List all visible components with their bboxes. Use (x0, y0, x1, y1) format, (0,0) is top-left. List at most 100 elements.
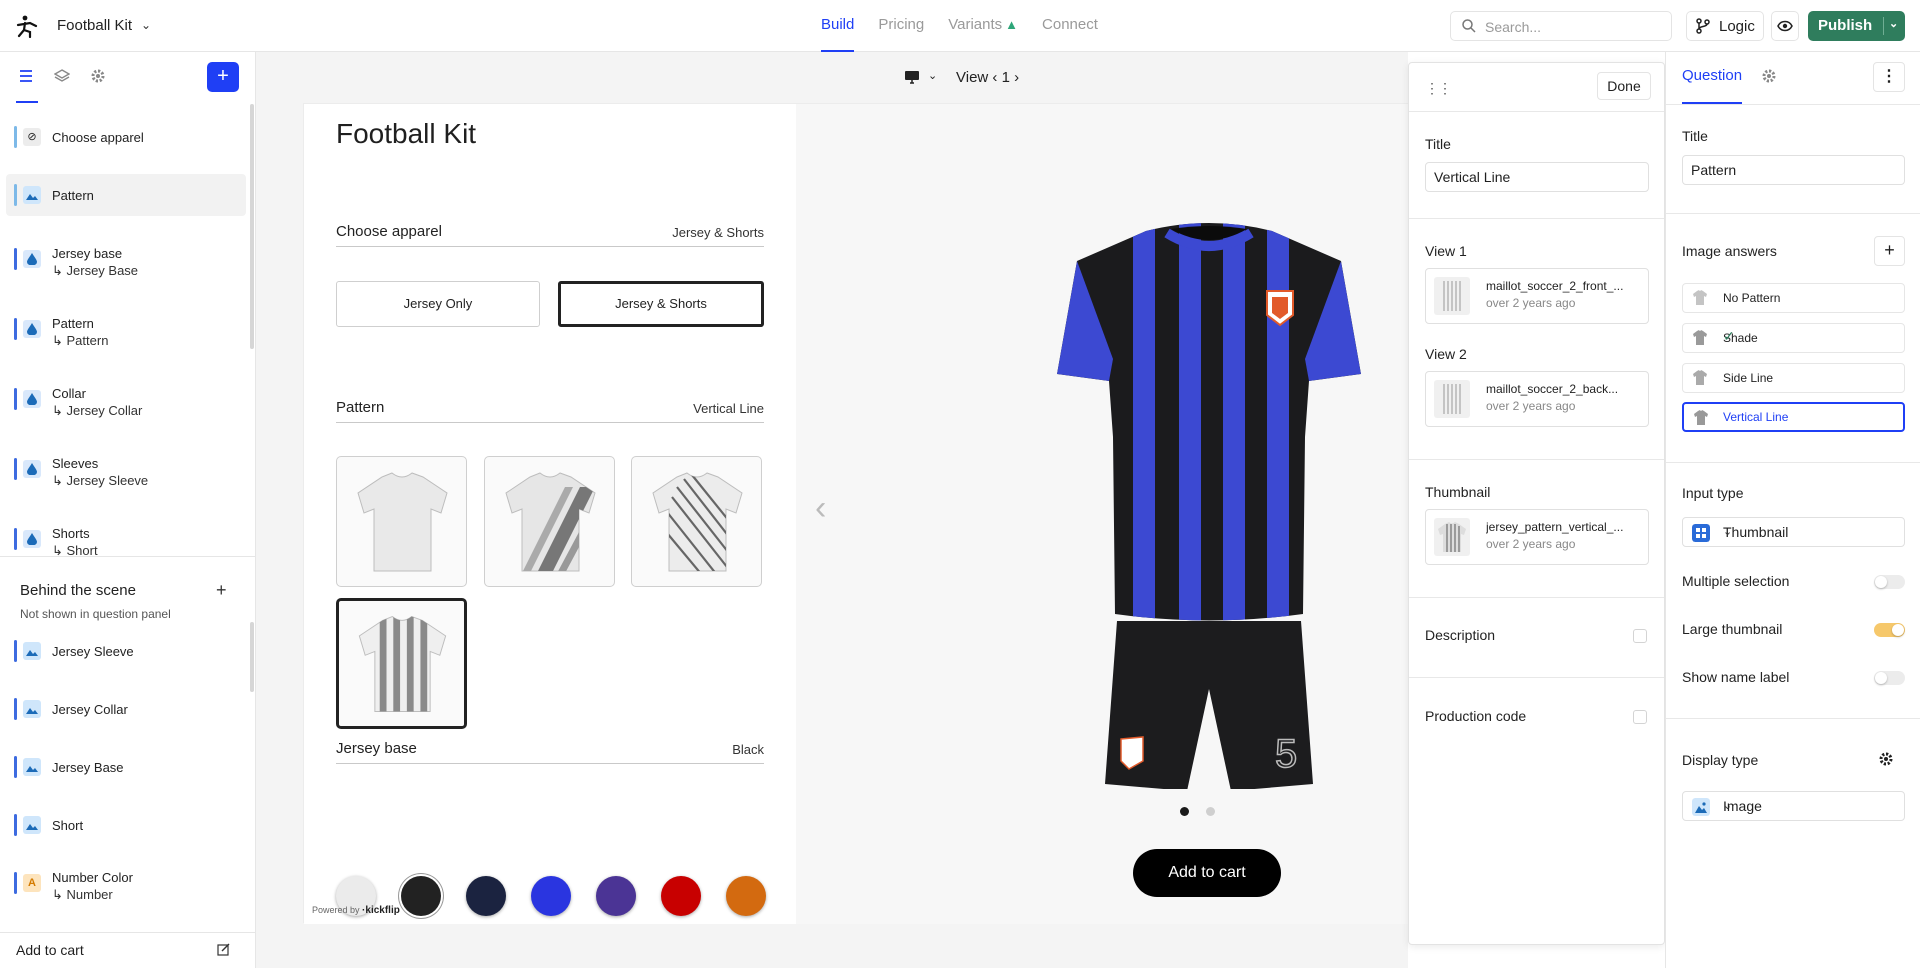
edit-icon[interactable] (217, 943, 230, 956)
shade-shirt-image (505, 472, 596, 572)
list-item[interactable]: Sleeves ↳ Jersey Sleeve (6, 448, 246, 490)
input-type-select[interactable]: Thumbnail ⌄ (1682, 517, 1905, 547)
search-input[interactable]: Search... (1450, 11, 1672, 41)
drag-handle-icon[interactable]: ⋮⋮ (1425, 80, 1452, 97)
list-item[interactable]: A Number Color ↳ Number (6, 862, 246, 904)
logic-button[interactable]: Logic (1686, 11, 1764, 41)
chevron-down-icon: ⌄ (1723, 800, 1733, 812)
divider (1666, 718, 1920, 719)
answer-item[interactable]: Shade ✓ (1682, 323, 1905, 353)
option-jersey-shorts[interactable]: Jersey & Shorts (558, 281, 764, 327)
question-settings-panel: Question ⋮ Title Pattern Image answers +… (1665, 52, 1920, 968)
add-answer-button[interactable]: + (1874, 236, 1905, 266)
chevron-down-icon[interactable]: ⌄ (141, 18, 151, 32)
color-swatch[interactable] (661, 876, 701, 916)
tab-build[interactable]: Build (821, 0, 855, 52)
flask-icon: ▲ (1005, 17, 1019, 32)
side-line-shirt-image (652, 472, 743, 572)
list-item[interactable]: ⊘ Choose apparel (6, 116, 246, 158)
product-viewer: ‹ 5 Add to cart (796, 104, 1409, 924)
add-hidden-button[interactable]: + (216, 580, 227, 601)
thumbnail-file-card[interactable]: jersey_pattern_vertical_... over 2 years… (1425, 509, 1649, 565)
chevron-down-icon[interactable]: ⌄ (1889, 17, 1898, 30)
pattern-thumbnail[interactable] (484, 456, 615, 587)
color-swatch[interactable] (596, 876, 636, 916)
view-label[interactable]: View ‹ 1 › (956, 69, 1019, 86)
divider (1409, 218, 1664, 219)
gear-icon[interactable] (1878, 751, 1894, 767)
list-item[interactable]: Jersey Base (6, 746, 246, 788)
tab-question[interactable]: Question (1682, 67, 1742, 84)
display-type-select[interactable]: Image ⌄ (1682, 791, 1905, 821)
answer-item[interactable]: No Pattern (1682, 283, 1905, 313)
previous-arrow-icon[interactable]: ‹ (815, 489, 826, 528)
view2-file-card[interactable]: maillot_soccer_2_back... over 2 years ag… (1425, 371, 1649, 427)
divider (1666, 104, 1920, 105)
pattern-thumbnail[interactable] (336, 456, 467, 587)
list-icon[interactable] (16, 68, 38, 103)
storefront-preview: Football Kit Choose apparel Jersey & Sho… (303, 103, 1409, 924)
publish-button[interactable]: Publish ⌄ (1808, 11, 1905, 41)
color-swatch[interactable] (531, 876, 571, 916)
device-selector[interactable]: ⌄ (898, 63, 948, 91)
done-button[interactable]: Done (1597, 72, 1651, 100)
grid-icon (1692, 524, 1710, 542)
tab-connect[interactable]: Connect (1042, 0, 1098, 52)
plain-shirt-image (357, 472, 448, 572)
answer-edit-panel: ⋮⋮ Done Title Vertical Line View 1 maill… (1408, 62, 1665, 945)
tab-variants[interactable]: Variants ▲ (948, 0, 1018, 52)
add-question-button[interactable]: + (207, 62, 239, 92)
answer-item-selected[interactable]: Vertical Line (1682, 402, 1905, 432)
drop-icon (23, 250, 41, 268)
list-item[interactable]: Collar ↳ Jersey Collar (6, 378, 246, 420)
list-item[interactable]: Jersey Collar (6, 688, 246, 730)
tab-pricing[interactable]: Pricing (878, 0, 924, 52)
app-logo-icon[interactable] (16, 14, 38, 38)
question-title-input[interactable]: Pattern (1682, 155, 1905, 185)
project-name[interactable]: Football Kit (57, 17, 132, 34)
scrollbar[interactable] (250, 104, 254, 349)
image-icon (23, 700, 41, 718)
slash-circle-icon: ⊘ (23, 128, 41, 146)
color-swatch[interactable] (726, 876, 766, 916)
production-code-checkbox[interactable] (1633, 710, 1647, 724)
monitor-icon (905, 71, 919, 84)
list-item[interactable]: Jersey base ↳ Jersey Base (6, 238, 246, 280)
show-name-label-toggle[interactable] (1874, 671, 1905, 685)
color-swatch[interactable] (466, 876, 506, 916)
divider (1409, 597, 1664, 598)
large-thumbnail-toggle[interactable] (1874, 623, 1905, 637)
add-to-cart-row[interactable]: Add to cart (0, 932, 256, 968)
color-swatch[interactable] (401, 876, 441, 916)
list-item[interactable]: Pattern ↳ Pattern (6, 308, 246, 350)
pattern-thumbnail-selected[interactable] (336, 598, 467, 729)
gear-icon[interactable] (1761, 68, 1777, 84)
view1-file-card[interactable]: maillot_soccer_2_front_... over 2 years … (1425, 268, 1649, 324)
layers-icon[interactable] (53, 68, 74, 88)
answer-item[interactable]: Side Line (1682, 363, 1905, 393)
chevron-down-icon: ⌄ (1723, 526, 1733, 538)
section-header: Choose apparel Jersey & Shorts (336, 221, 764, 247)
carousel-dot-active[interactable] (1180, 807, 1189, 816)
add-to-cart-button[interactable]: Add to cart (1133, 849, 1281, 897)
list-item[interactable]: Pattern (6, 174, 246, 216)
pattern-thumbnail[interactable] (631, 456, 762, 587)
gear-icon[interactable] (90, 68, 110, 88)
list-item[interactable]: Jersey Sleeve (6, 630, 246, 672)
scrollbar[interactable] (250, 622, 254, 692)
image-icon (23, 642, 41, 660)
divider (1409, 459, 1664, 460)
shirt-icon (1694, 410, 1708, 425)
answer-title-input[interactable]: Vertical Line (1425, 162, 1649, 192)
more-options-icon[interactable]: ⋮ (1873, 62, 1905, 92)
carousel-dot[interactable] (1206, 807, 1215, 816)
list-item[interactable]: Shorts ↳ Short (6, 518, 246, 556)
description-checkbox[interactable] (1633, 629, 1647, 643)
divider (1409, 677, 1664, 678)
preview-button[interactable] (1771, 11, 1799, 41)
file-thumbnail (1434, 380, 1470, 418)
multiple-selection-toggle[interactable] (1874, 575, 1905, 589)
image-icon (23, 816, 41, 834)
list-item[interactable]: Short (6, 804, 246, 846)
option-jersey-only[interactable]: Jersey Only (336, 281, 540, 327)
